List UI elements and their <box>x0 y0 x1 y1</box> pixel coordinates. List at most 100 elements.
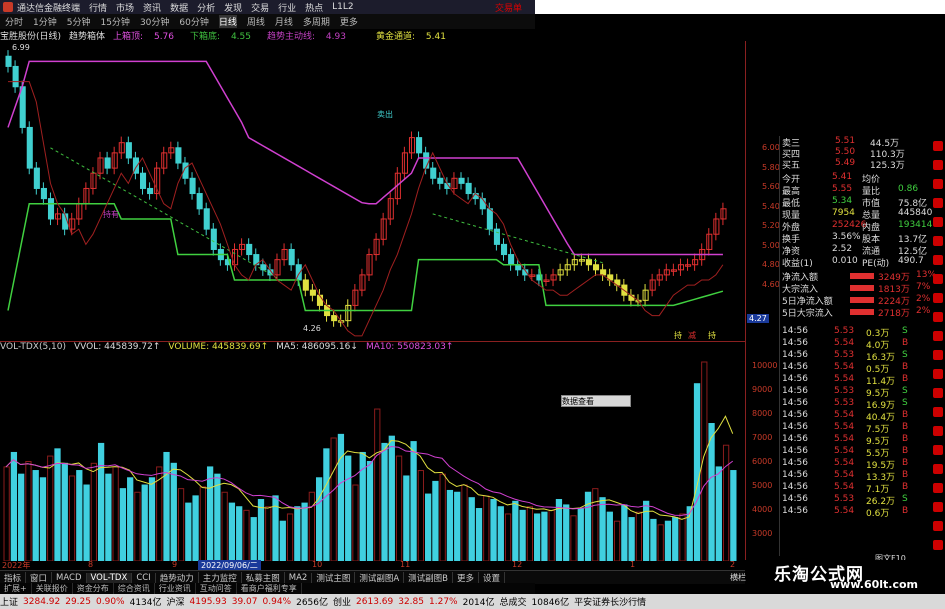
info-gold-channel: 黄金通道: 5.41 <box>375 31 446 42</box>
horizontal-mode[interactable]: 横栏 <box>730 572 746 583</box>
side-shortcut-button[interactable] <box>933 312 943 322</box>
tab-macd[interactable]: MACD <box>52 572 87 583</box>
trade-tick-row: 14:56 5.54 19.5万 B <box>782 458 909 471</box>
indicator-name[interactable]: 趋势箱体 <box>69 29 105 42</box>
side-shortcut-button[interactable] <box>933 369 943 379</box>
period-more[interactable]: 更多 <box>340 15 358 28</box>
status-item: 4134亿 <box>129 598 162 608</box>
side-shortcut-button[interactable] <box>933 426 943 436</box>
signal-hold-1: 持 <box>674 330 682 340</box>
status-item: 4195.93 <box>189 596 227 607</box>
watermark-url: www.60lt.com <box>830 578 919 591</box>
side-shortcut-button[interactable] <box>933 331 943 341</box>
tab-industry-news[interactable]: 行业资讯 <box>155 583 196 594</box>
menu-quotes[interactable]: 行情 <box>89 1 107 14</box>
candlestick-chart[interactable]: 6.99 4.26 卖出 持有 持 减 持 <box>0 41 745 341</box>
status-item: 10846亿 <box>531 598 570 608</box>
tab-window[interactable]: 窗口 <box>26 571 53 584</box>
side-shortcut-button[interactable] <box>933 198 943 208</box>
side-shortcut-button[interactable] <box>933 236 943 246</box>
indicator-lines <box>7 60 724 337</box>
volume-chart[interactable] <box>0 341 745 561</box>
tab-extend[interactable]: 扩展+ <box>0 583 32 594</box>
tab-indicator[interactable]: 指标 <box>0 571 27 584</box>
trade-tick-row: 14:56 5.54 4.0万 B <box>782 338 909 351</box>
side-shortcut-button[interactable] <box>933 407 943 417</box>
menu-trade[interactable]: 交易 <box>251 1 269 14</box>
trade-tick-row: 14:56 5.54 7.1万 B <box>782 482 909 495</box>
side-shortcut-button[interactable] <box>933 255 943 265</box>
side-shortcut-button[interactable] <box>933 160 943 170</box>
period-multi[interactable]: 多周期 <box>303 15 330 28</box>
side-shortcut-button[interactable] <box>933 540 943 550</box>
period-60min[interactable]: 60分钟 <box>179 15 208 28</box>
tab-fund-dist[interactable]: 资金分布 <box>73 583 114 594</box>
volume-tick: 8000 <box>752 409 773 418</box>
tab-news[interactable]: 综合资讯 <box>114 583 155 594</box>
status-item: 上证 <box>0 598 19 608</box>
tab-ma2[interactable]: MA2 <box>285 572 313 583</box>
trade-order-link[interactable]: 交易单 <box>495 1 522 14</box>
side-shortcut-button[interactable] <box>933 179 943 189</box>
period-15min[interactable]: 15分钟 <box>100 15 129 28</box>
extension-tabs: 扩展+ 关联报价 资金分布 综合资讯 行业资讯 互动问答 看商户福利专享 <box>0 583 535 594</box>
side-shortcut-button[interactable] <box>933 445 943 455</box>
tab-main-monitor[interactable]: 主力监控 <box>199 571 242 584</box>
side-shortcut-button[interactable] <box>933 521 943 531</box>
side-shortcut-button[interactable] <box>933 350 943 360</box>
side-shortcut-button[interactable] <box>933 502 943 512</box>
trade-tick-row: 14:56 5.54 5.5万 B <box>782 446 909 459</box>
fund-flow-row: 5日大宗流入 2718万 2% <box>782 306 931 319</box>
menu-level[interactable]: L1L2 <box>332 2 353 12</box>
stat-row: 现量 7954 总量 445840 <box>782 208 933 221</box>
menu-hot[interactable]: 热点 <box>305 1 323 14</box>
period-5min[interactable]: 5分钟 <box>67 15 91 28</box>
trade-tick-row: 14:56 5.54 11.4万 B <box>782 374 909 387</box>
period-day[interactable]: 日线 <box>218 15 237 28</box>
tab-private-main[interactable]: 私募主图 <box>242 571 285 584</box>
menu-industry[interactable]: 行业 <box>278 1 296 14</box>
menu-news[interactable]: 资讯 <box>143 1 161 14</box>
tab-more[interactable]: 更多 <box>453 571 480 584</box>
signal-reduce: 减 <box>688 330 696 340</box>
menu-data[interactable]: 数据 <box>170 1 188 14</box>
tab-qa[interactable]: 互动问答 <box>196 583 237 594</box>
menu-analysis[interactable]: 分析 <box>197 1 215 14</box>
tab-test-sub-b[interactable]: 测试副图B <box>404 571 453 584</box>
price-tick: 5.20 <box>762 221 780 230</box>
tab-related-quote[interactable]: 关联报价 <box>32 583 73 594</box>
side-shortcut-button[interactable] <box>933 274 943 284</box>
data-view-popup[interactable]: 数据查看 <box>561 395 631 407</box>
fund-flow-row: 5日净流入额 2224万 2% <box>782 294 931 307</box>
quote-panel: 6.00 5.80 5.60 5.40 5.20 5.00 4.80 4.60 4.27 100… <box>730 41 945 594</box>
tab-settings[interactable]: 设置 <box>479 571 506 584</box>
status-item: 创业 <box>333 598 352 608</box>
tab-cci[interactable]: CCI <box>132 572 156 583</box>
tab-trend-power[interactable]: 趋势动力 <box>156 571 199 584</box>
status-item: 平安证券长沙行情 <box>574 598 647 608</box>
status-item: 总成交 <box>499 598 527 608</box>
tab-test-main[interactable]: 测试主图 <box>312 571 356 584</box>
period-month[interactable]: 月线 <box>275 15 293 28</box>
period-30min[interactable]: 30分钟 <box>140 15 169 28</box>
info-box-top: 上箱顶: 5.76 <box>113 31 175 42</box>
menu-market[interactable]: 市场 <box>116 1 134 14</box>
tab-welfare[interactable]: 看商户福利专享 <box>237 583 302 594</box>
side-shortcut-button[interactable] <box>933 388 943 398</box>
menu-discover[interactable]: 发现 <box>224 1 242 14</box>
trade-tick-row: 14:56 5.54 0.5万 B <box>782 362 909 375</box>
side-shortcut-button[interactable] <box>933 217 943 227</box>
period-week[interactable]: 周线 <box>247 15 265 28</box>
stat-row: 最低 5.34 市值 75.8亿 <box>782 196 928 209</box>
period-tick[interactable]: 分时 <box>5 15 23 28</box>
side-shortcut-button[interactable] <box>933 483 943 493</box>
side-shortcut-button[interactable] <box>933 464 943 474</box>
period-1min[interactable]: 1分钟 <box>33 15 57 28</box>
tab-vol-tdx[interactable]: VOL-TDX <box>86 572 133 583</box>
status-item: 29.25 <box>65 596 91 607</box>
price-tick: 5.60 <box>762 182 780 191</box>
tab-test-sub-a[interactable]: 测试副图A <box>355 571 405 584</box>
side-shortcut-button[interactable] <box>933 141 943 151</box>
hold-label: 持有 <box>103 209 119 219</box>
side-shortcut-button[interactable] <box>933 293 943 303</box>
